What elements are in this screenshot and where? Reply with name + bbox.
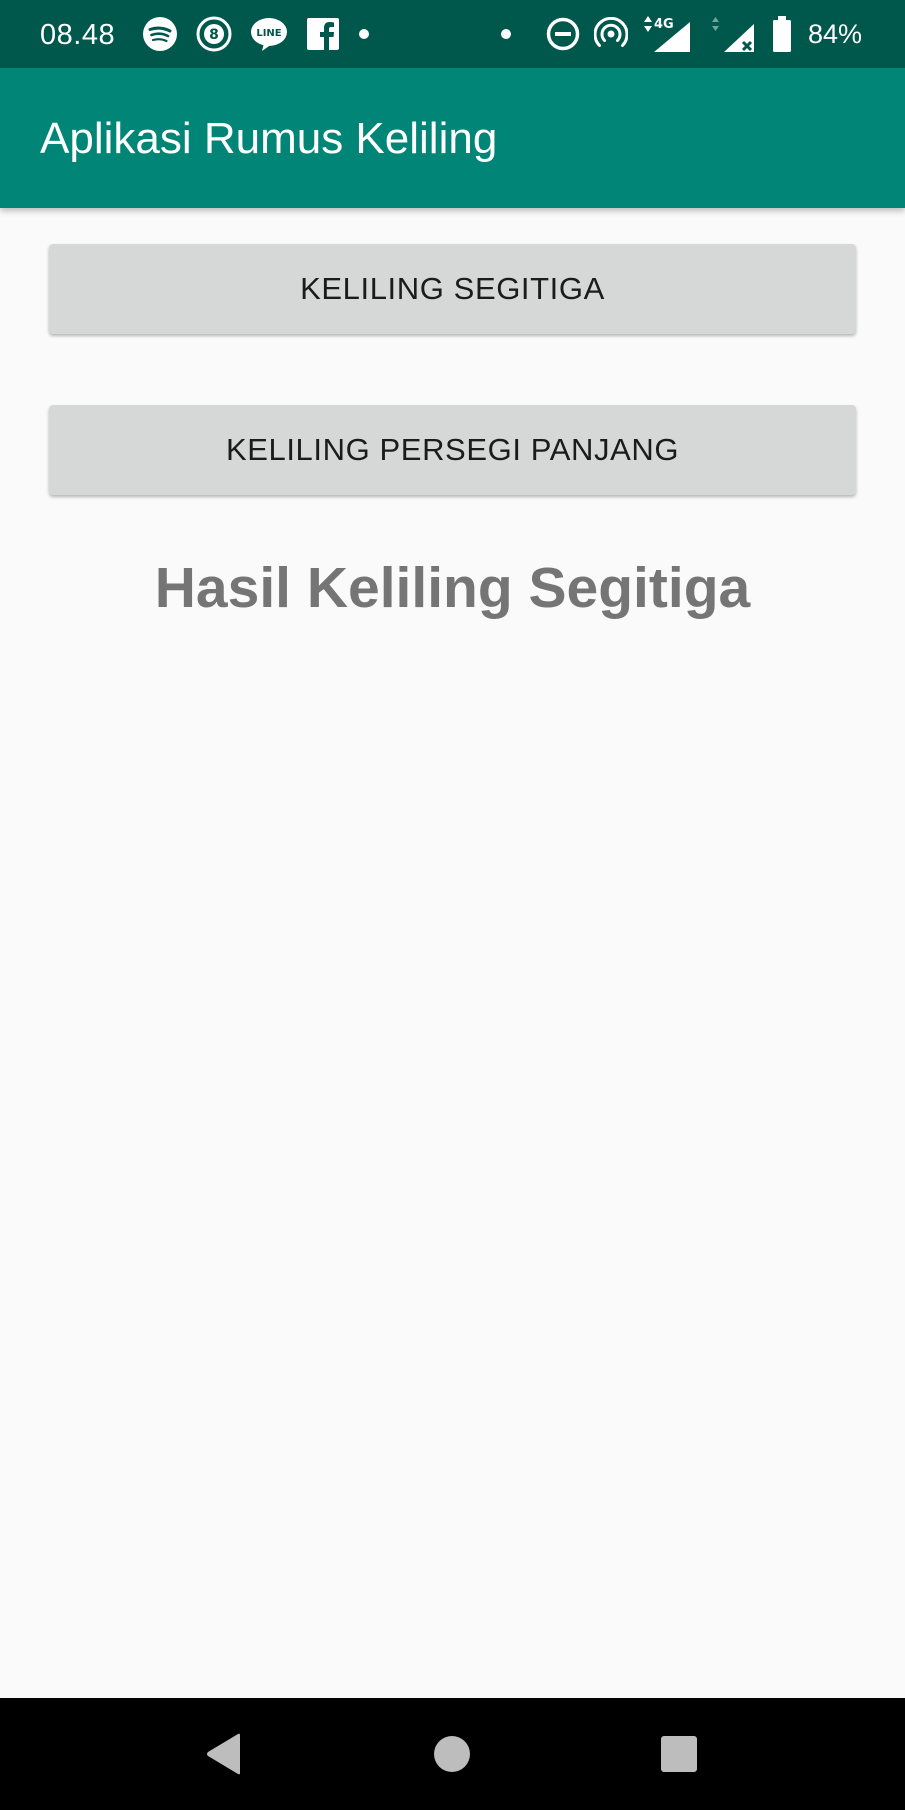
navigation-bar — [0, 1698, 905, 1810]
app-screen: 08.48 8 LINE 4G 84% Aplikasi Rumus Kelil… — [0, 0, 905, 1810]
result-text: Hasil Keliling Segitiga — [154, 556, 751, 620]
network-type-label: 4G — [654, 17, 674, 32]
dot-icon — [358, 28, 370, 40]
notification-icons: 8 LINE — [142, 16, 370, 52]
system-icons: 4G 84% — [500, 14, 862, 54]
dot-icon — [500, 28, 512, 40]
battery-icon — [772, 16, 792, 52]
app-title: Aplikasi Rumus Keliling — [40, 114, 498, 163]
line-icon: LINE — [250, 16, 288, 52]
hotspot-icon — [594, 17, 628, 51]
status-time: 08.48 — [40, 19, 116, 51]
svg-text:LINE: LINE — [256, 28, 281, 39]
keliling-segitiga-button[interactable]: KELILING SEGITIGA — [49, 244, 856, 334]
battery-percent: 84% — [808, 18, 863, 49]
back-button[interactable] — [188, 1718, 260, 1790]
back-icon — [204, 1732, 244, 1776]
spotify-icon — [142, 16, 178, 52]
do-not-disturb-icon — [546, 17, 580, 51]
keliling-persegi-panjang-button[interactable]: KELILING PERSEGI PANJANG — [49, 405, 856, 495]
facebook-icon — [306, 17, 340, 51]
svg-text:8: 8 — [209, 27, 219, 43]
recents-button[interactable] — [643, 1718, 715, 1790]
app-bar: Aplikasi Rumus Keliling — [0, 68, 905, 208]
recents-icon — [660, 1735, 698, 1773]
home-button[interactable] — [416, 1718, 488, 1790]
eight-ball-icon: 8 — [196, 16, 232, 52]
status-bar: 08.48 8 LINE 4G 84% — [0, 0, 905, 68]
signal-4g-icon: 4G — [642, 14, 696, 54]
signal-no-sim-icon — [710, 14, 758, 54]
home-icon — [433, 1735, 471, 1773]
